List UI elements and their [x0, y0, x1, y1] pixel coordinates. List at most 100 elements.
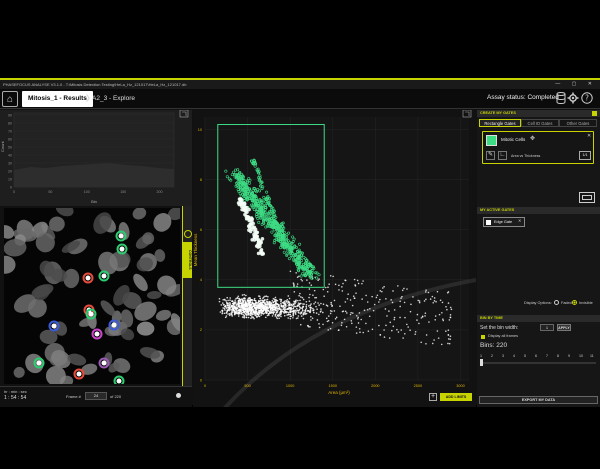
breadcrumb-results[interactable]: Mitosis_1 - Results [22, 91, 93, 107]
data-point [281, 306, 283, 308]
controls-toggle[interactable]: CONTROLS [182, 206, 192, 386]
data-point [272, 301, 275, 304]
data-point [292, 314, 295, 316]
data-point [256, 316, 258, 318]
gear-icon[interactable] [567, 92, 579, 105]
data-point [301, 307, 303, 310]
gated-point-dense [247, 228, 251, 232]
gate-move-icon[interactable]: ✥ [530, 135, 535, 142]
add-limits-button[interactable]: ADD LIMITS [440, 393, 472, 401]
data-point [275, 316, 278, 318]
data-point [276, 311, 279, 313]
home-icon[interactable]: ⌂ [2, 91, 18, 107]
data-point [391, 301, 394, 304]
scatter-ytick: 8 [200, 178, 202, 182]
data-point [227, 302, 229, 305]
scatter-popout-icon[interactable] [462, 109, 472, 118]
tab-cell-id-gates[interactable]: Cell ID Gates [521, 119, 559, 127]
gated-point-dense [259, 240, 263, 245]
data-point [237, 305, 240, 307]
gate-card[interactable]: Mitotic Cells ✥ ✕ ✎ ∟ Area vs Thickness … [482, 131, 594, 164]
data-point [280, 300, 282, 303]
cell-image-viewer[interactable] [4, 208, 180, 384]
faded-radio[interactable] [554, 300, 559, 305]
data-point [399, 305, 401, 308]
invisible-radio[interactable] [572, 300, 577, 305]
bin-slider-track[interactable] [480, 362, 596, 364]
play-icon[interactable] [176, 393, 181, 398]
data-point [230, 312, 232, 314]
gate-color-swatch[interactable] [486, 135, 497, 146]
data-point [231, 300, 234, 302]
toggle-arrow-icon[interactable] [184, 230, 192, 238]
apply-button[interactable]: APPLY [557, 324, 571, 331]
data-point [232, 308, 234, 311]
bin-width-input[interactable]: 1 [540, 324, 554, 331]
data-point [330, 301, 332, 304]
data-point [240, 298, 243, 300]
data-point [292, 312, 295, 315]
collapse-icon[interactable] [592, 111, 597, 116]
scatter-plot[interactable]: 10 8 6 4 2 0 0 500 1000 1500 2000 2500 3000 Area (μ… [193, 109, 477, 412]
bin-slider-handle[interactable] [480, 359, 483, 366]
gated-point-dense [258, 244, 262, 249]
invisible-label: Invisible [579, 301, 593, 305]
help-icon[interactable]: ? [581, 92, 593, 105]
data-point [261, 302, 264, 304]
data-point [268, 312, 271, 314]
display-options-label: Display Options: [524, 301, 552, 305]
data-point [397, 331, 400, 333]
data-point [253, 299, 255, 301]
data-point [247, 311, 250, 314]
gated-point-dense [256, 237, 260, 242]
database-icon[interactable] [555, 92, 567, 105]
histogram-xtick: 0 [13, 190, 15, 194]
data-point [341, 321, 343, 324]
data-point [305, 305, 308, 308]
rectangle-tool-icon[interactable] [579, 192, 595, 203]
window-controls[interactable]: — ▢ ✕ [555, 80, 597, 89]
add-icon[interactable]: + [429, 393, 437, 401]
data-point [248, 296, 250, 299]
data-point [254, 305, 256, 307]
controls-label[interactable]: CONTROLS [183, 242, 192, 278]
data-point [253, 317, 255, 320]
tab-rectangle-gates[interactable]: Rectangle Gates [479, 119, 521, 127]
data-point [259, 302, 261, 305]
data-point [300, 302, 302, 305]
bin-scale[interactable]: 1 2 3 4 5 6 7 8 9 10 11 [480, 354, 596, 358]
data-point [272, 308, 274, 311]
data-point [228, 313, 231, 315]
data-point [310, 303, 312, 305]
gate-close-icon[interactable]: ✕ [587, 133, 591, 139]
export-button[interactable]: EXPORT MY DATA [479, 396, 598, 404]
data-point [231, 311, 234, 313]
data-point [237, 311, 239, 313]
active-gate-item[interactable]: Edge Gate ✕ [483, 217, 525, 227]
data-point [318, 304, 320, 306]
data-point [379, 298, 381, 301]
axes-icon[interactable]: ∟ [498, 151, 507, 160]
data-point [378, 301, 380, 303]
tab-other-gates[interactable]: Other Gates [559, 119, 597, 127]
histogram-ylabel: Count [0, 140, 5, 152]
popout-icon[interactable] [179, 109, 189, 118]
data-point [231, 313, 233, 316]
edit-pen-icon[interactable]: ✎ [486, 151, 495, 160]
display-all-checkbox[interactable] [481, 335, 485, 339]
data-point [247, 301, 250, 303]
data-point [357, 318, 359, 320]
data-point [253, 311, 256, 313]
data-point [287, 301, 290, 303]
data-point [320, 308, 322, 310]
data-point [264, 316, 267, 319]
gate-name[interactable]: Mitotic Cells [501, 137, 525, 142]
frame-input[interactable]: 24 [85, 392, 107, 400]
data-point [418, 322, 420, 325]
data-point [261, 312, 263, 315]
data-point [284, 310, 286, 313]
active-gate-close-icon[interactable]: ✕ [518, 218, 521, 223]
gated-point-dense [244, 216, 249, 221]
data-point [225, 312, 228, 314]
gated-point-dense [253, 229, 257, 234]
